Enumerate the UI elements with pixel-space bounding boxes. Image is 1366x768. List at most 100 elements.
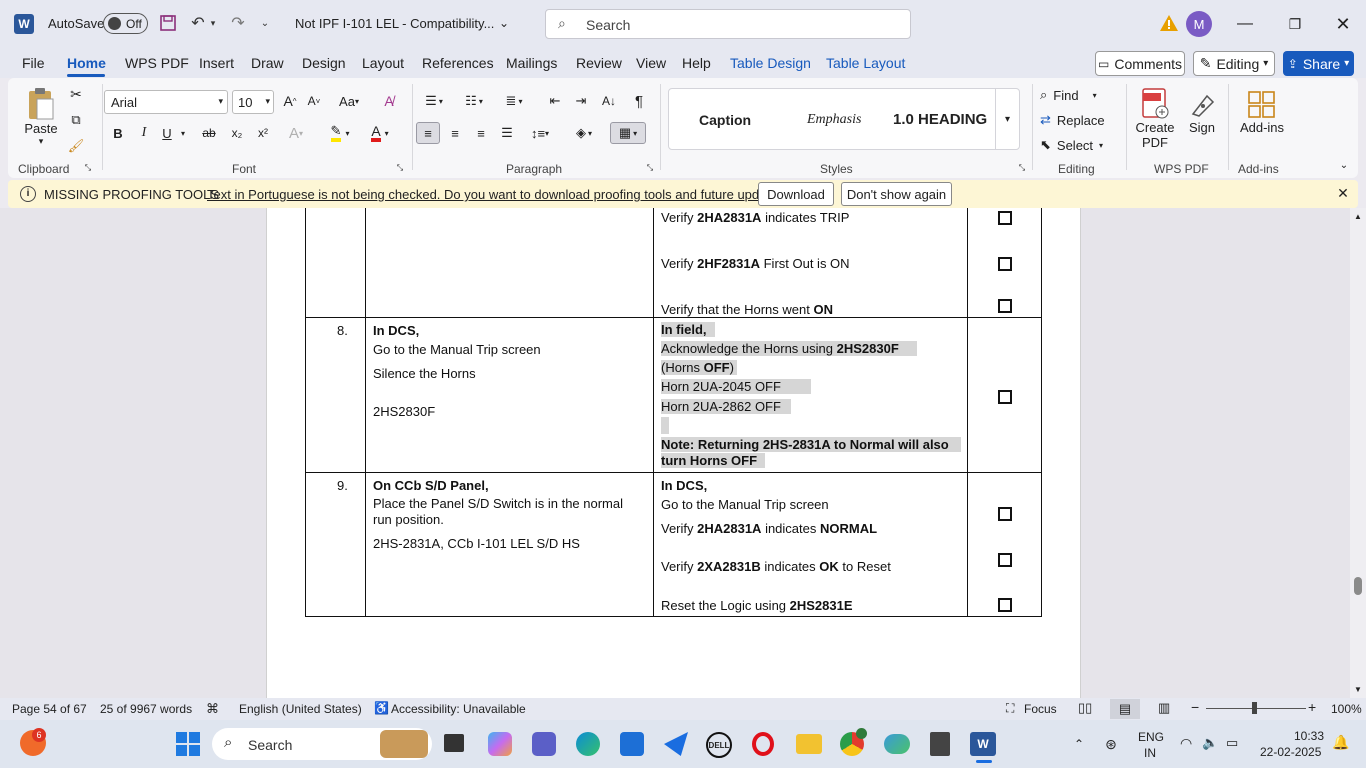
dell-icon[interactable]: DELL <box>706 732 732 758</box>
note-line[interactable]: turn Horns OFF <box>661 453 765 468</box>
tab-draw[interactable]: Draw <box>251 55 284 71</box>
page-count[interactable]: Page 54 of 67 <box>12 702 87 716</box>
sign-button[interactable]: Sign <box>1182 84 1222 140</box>
table-cell-heading[interactable]: In DCS, <box>373 323 419 338</box>
style-caption[interactable]: Caption <box>699 112 751 128</box>
warning-icon[interactable] <box>1158 13 1180 33</box>
replace-button[interactable]: ⇄ Replace <box>1040 109 1116 131</box>
format-painter-icon[interactable]: 🖌 <box>66 136 86 156</box>
maximize-icon[interactable]: ❐ <box>1280 12 1310 36</box>
language-status[interactable]: English (United States) <box>239 702 362 716</box>
vertical-scrollbar[interactable]: ▲ ▼ <box>1350 208 1366 698</box>
table-cell-line[interactable]: Reset the Logic using 2HS2831E <box>661 598 853 613</box>
styles-launcher-icon[interactable]: ⤡ <box>1016 162 1028 174</box>
clock-time[interactable]: 10:33 <box>1294 729 1324 743</box>
battery-icon[interactable]: ▭ <box>1226 735 1238 751</box>
paste-button[interactable]: Paste ▾ <box>22 84 60 150</box>
highlight-color-icon[interactable]: ✎ ▾ <box>324 122 356 144</box>
undo-icon[interactable]: ↶ <box>188 13 208 33</box>
line-spacing-icon[interactable]: ↕≡ ▾ <box>524 122 556 144</box>
shading-icon[interactable]: ◈ ▾ <box>568 122 600 144</box>
document-title[interactable]: Not IPF I-101 LEL - Compatibility... <box>295 16 494 31</box>
table-cell-line[interactable]: Verify that the Horns went ON <box>661 302 833 317</box>
taskbar-search-box[interactable]: ⌕ Search <box>212 728 432 760</box>
align-center-button[interactable]: ≡ <box>444 122 466 144</box>
title-dropdown-icon[interactable]: ⌄ <box>496 14 512 32</box>
tab-table-layout[interactable]: Table Layout <box>826 55 905 71</box>
underline-dropdown-icon[interactable]: ▾ <box>178 126 188 140</box>
redo-icon[interactable]: ↷ <box>228 13 248 33</box>
checkbox[interactable] <box>998 390 1012 404</box>
table-cell-line[interactable]: Horn 2UA-2862 OFF <box>661 399 791 414</box>
tab-table-design[interactable]: Table Design <box>730 55 811 71</box>
zoom-out-icon[interactable]: − <box>1191 699 1199 715</box>
table-cell-line[interactable]: Go to the Manual Trip screen <box>661 497 829 512</box>
tab-view[interactable]: View <box>636 55 666 71</box>
table-cell-line[interactable]: Verify 2XA2831B indicates OK to Reset <box>661 559 891 574</box>
table-cell-line[interactable]: Go to the Manual Trip screen <box>373 342 541 357</box>
opera-icon[interactable] <box>752 732 774 756</box>
editing-mode-button[interactable]: ✎ Editing ▾ <box>1193 51 1275 76</box>
zoom-in-icon[interactable]: + <box>1308 699 1316 715</box>
table-cell-line[interactable]: run position. <box>373 512 444 527</box>
start-icon[interactable] <box>176 732 200 756</box>
remote-app-icon[interactable] <box>930 732 950 756</box>
copy-icon[interactable]: ⧉ <box>66 110 86 130</box>
checkbox[interactable] <box>998 211 1012 225</box>
volume-icon[interactable]: 🔈 <box>1202 735 1218 751</box>
pilcrow-button[interactable]: ¶ <box>628 90 650 112</box>
close-icon[interactable]: ✕ <box>1328 12 1358 36</box>
tab-layout[interactable]: Layout <box>362 55 404 71</box>
checkbox[interactable] <box>998 507 1012 521</box>
table-cell-line[interactable]: (Horns OFF) <box>661 360 737 375</box>
share-button[interactable]: ⇪ Share ▾ <box>1283 51 1354 76</box>
select-button[interactable]: ⬉ Select ▾ <box>1040 134 1116 156</box>
decrease-indent-icon[interactable]: ⇤ <box>544 90 566 112</box>
web-layout-icon[interactable]: ▥ <box>1158 700 1170 716</box>
table-cell-line[interactable]: 2HS2830F <box>373 404 435 419</box>
minimize-icon[interactable]: — <box>1230 12 1260 36</box>
table-cell-heading[interactable]: In field, <box>661 322 715 337</box>
tab-home[interactable]: Home <box>67 55 106 71</box>
input-language-1[interactable]: ENG <box>1138 730 1164 744</box>
proofing-icon[interactable]: ⌘ <box>206 701 219 717</box>
table-cell-line[interactable]: Acknowledge the Horns using 2HS2830F <box>661 341 917 356</box>
style-emphasis[interactable]: Emphasis <box>807 112 861 128</box>
shrink-font-icon[interactable]: A ˅ <box>304 90 324 112</box>
search-box[interactable]: ⌕ Search <box>545 9 911 39</box>
task-view-icon[interactable] <box>444 734 464 752</box>
input-language-2[interactable]: IN <box>1144 746 1156 760</box>
table-cell-line[interactable]: Horn 2UA-2045 OFF <box>661 379 811 394</box>
clock-date[interactable]: 22-02-2025 <box>1260 745 1321 759</box>
store-icon[interactable] <box>620 732 644 756</box>
italic-button[interactable]: I <box>134 122 154 144</box>
scroll-up-icon[interactable]: ▲ <box>1352 210 1364 222</box>
tab-file[interactable]: File <box>22 55 45 71</box>
clipboard-launcher-icon[interactable]: ⤡ <box>82 162 94 174</box>
table-cell-line[interactable]: Verify 2HF2831A First Out is ON <box>661 256 850 271</box>
network-app-icon[interactable]: ⊛ <box>1100 734 1122 754</box>
style-heading[interactable]: 1.0 HEADING <box>893 111 989 128</box>
table-cell-line[interactable]: Verify 2HA2831A indicates TRIP <box>661 210 849 225</box>
scroll-thumb[interactable] <box>1354 577 1362 595</box>
undo-dropdown-icon[interactable]: ▾ <box>208 15 218 31</box>
info-message-link[interactable]: Text in Portuguese is not being checked.… <box>207 187 791 202</box>
increase-indent-icon[interactable]: ⇥ <box>570 90 592 112</box>
dont-show-again-button[interactable]: Don't show again <box>841 182 952 206</box>
text-effects-icon[interactable]: A ▾ <box>282 122 310 144</box>
table-cell-heading[interactable]: On CCb S/D Panel, <box>373 478 489 493</box>
paragraph-launcher-icon[interactable]: ⤡ <box>644 162 656 174</box>
tab-references[interactable]: References <box>422 55 494 71</box>
justify-button[interactable]: ☰ <box>496 122 518 144</box>
teams-icon[interactable] <box>532 732 556 756</box>
save-icon[interactable] <box>158 13 178 33</box>
note-line[interactable]: Note: Returning 2HS-2831A to Normal will… <box>661 437 961 452</box>
clear-formatting-icon[interactable]: A̸ <box>378 90 400 112</box>
subscript-button[interactable]: x₂ <box>226 122 248 144</box>
font-launcher-icon[interactable]: ⤡ <box>394 162 406 174</box>
change-case-icon[interactable]: Aa ▾ <box>334 90 364 112</box>
table-cell-heading[interactable]: In DCS, <box>661 478 707 493</box>
superscript-button[interactable]: x² <box>252 122 274 144</box>
create-pdf-button[interactable]: Create PDF <box>1132 84 1178 154</box>
chevron-up-icon[interactable]: ⌃ <box>1070 734 1088 754</box>
